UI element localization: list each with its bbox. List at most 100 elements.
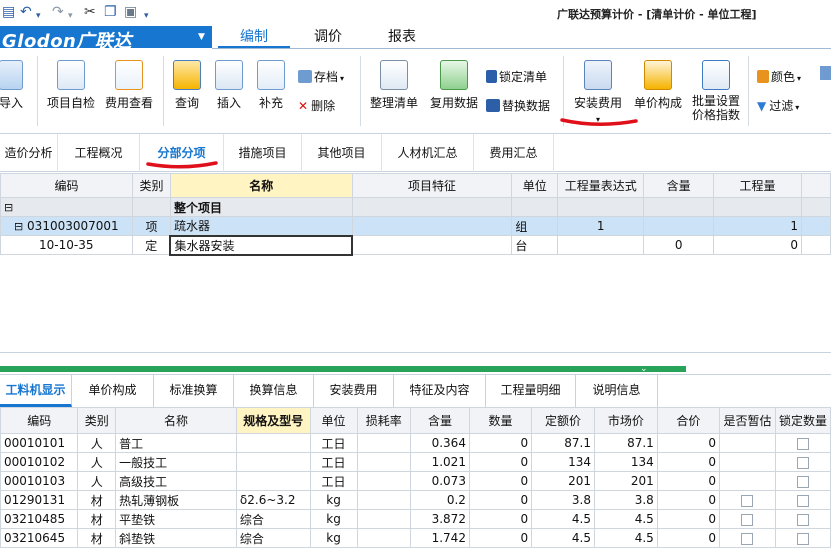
- organize-list-button[interactable]: 整理清单: [366, 60, 422, 111]
- cell-loss[interactable]: [356, 433, 411, 453]
- cell-qty[interactable]: 0: [468, 528, 533, 548]
- col-header-content[interactable]: 含量: [409, 407, 470, 434]
- cell-content[interactable]: 1.021: [409, 452, 470, 472]
- col-header-content[interactable]: 含量: [643, 173, 715, 198]
- undo-dropdown-icon[interactable]: ▾: [36, 8, 41, 24]
- delete-button[interactable]: ✕ 删除: [298, 97, 335, 114]
- save-icon[interactable]: ▤: [2, 4, 15, 20]
- cell-loss[interactable]: [356, 471, 411, 491]
- row-unit[interactable]: 组: [511, 216, 559, 236]
- save-menu-button[interactable]: 存档 ▾: [298, 68, 344, 85]
- lock-list-button[interactable]: 锁定清单: [486, 68, 547, 85]
- col-header-type[interactable]: 类别: [77, 407, 117, 434]
- paste-icon[interactable]: ▣: [124, 4, 137, 20]
- quick-access-dropdown-icon[interactable]: ▾: [144, 8, 149, 24]
- table-row[interactable]: 00010102 人一般技工 工日 1.021 0 134 134 0: [0, 452, 831, 472]
- col-header-unit[interactable]: 单位: [511, 173, 559, 198]
- cell-market[interactable]: 201: [593, 471, 658, 491]
- col-header-provisional[interactable]: 是否暂估: [718, 407, 776, 434]
- col-header-total[interactable]: 合价: [656, 407, 720, 434]
- query-button[interactable]: 查询: [170, 60, 204, 111]
- cell-content[interactable]: 0.364: [409, 433, 470, 453]
- unit-price-composition-button[interactable]: 单价构成: [630, 60, 686, 111]
- cell-loss[interactable]: [356, 509, 411, 529]
- col-header-name[interactable]: 名称: [169, 173, 353, 198]
- row-feature[interactable]: [351, 216, 513, 236]
- insert-button[interactable]: 插入: [212, 60, 246, 111]
- col-header-code[interactable]: 编码: [0, 173, 133, 198]
- app-menu-dropdown-icon[interactable]: ▼: [198, 32, 205, 42]
- redo-dropdown-icon[interactable]: ▾: [68, 8, 73, 24]
- cell-loss[interactable]: [356, 490, 411, 510]
- supplement-button[interactable]: 补充: [254, 60, 288, 111]
- cell-qty[interactable]: 0: [468, 433, 533, 453]
- cell-spec[interactable]: [235, 433, 311, 453]
- col-header-market-price[interactable]: 市场价: [593, 407, 658, 434]
- collapse-icon[interactable]: ⊟: [14, 220, 23, 233]
- cell-qty[interactable]: 0: [468, 471, 533, 491]
- lock-quantity-checkbox[interactable]: [796, 494, 809, 507]
- tab-labor-material-display[interactable]: 工料机显示: [0, 374, 72, 407]
- redo-icon[interactable]: ↷: [52, 4, 64, 20]
- lock-quantity-checkbox[interactable]: [796, 437, 809, 450]
- color-button[interactable]: 颜色 ▾: [757, 68, 801, 85]
- import-button[interactable]: 导入: [0, 60, 26, 111]
- row-content[interactable]: 0: [643, 235, 715, 255]
- col-header-lock-quantity[interactable]: 锁定数量: [774, 407, 831, 434]
- col-header-feature[interactable]: 项目特征: [351, 173, 513, 198]
- provisional-checkbox[interactable]: [741, 532, 754, 545]
- table-row[interactable]: 00010101 人普工 工日 0.364 0 87.1 87.1 0: [0, 433, 831, 453]
- table-row[interactable]: 01290131 材热轧薄钢板 δ2.6~3.2 kg 0.2 0 3.8 3.8 0: [0, 490, 831, 510]
- cell-market[interactable]: 4.5: [593, 509, 658, 529]
- col-header-spec[interactable]: 规格及型号: [235, 407, 311, 434]
- cell-spec[interactable]: δ2.6~3.2: [235, 490, 311, 510]
- table-row[interactable]: ⊟ 031003007001 项 疏水器 组 1 1: [0, 216, 831, 236]
- row-unit[interactable]: 台: [511, 235, 559, 255]
- replace-data-button[interactable]: 替换数据: [486, 97, 550, 114]
- copy-icon[interactable]: ❐: [104, 4, 117, 20]
- lock-quantity-checkbox[interactable]: [796, 532, 809, 545]
- cell-market[interactable]: 3.8: [593, 490, 658, 510]
- row-name-selected-cell[interactable]: 集水器安装: [169, 234, 354, 256]
- tab-conversion-info[interactable]: 换算信息: [234, 374, 314, 407]
- tab-measure-items[interactable]: 措施项目: [224, 134, 302, 172]
- row-quantity[interactable]: 0: [713, 235, 802, 255]
- cell-market[interactable]: 87.1: [593, 433, 658, 453]
- tab-reports[interactable]: 报表: [370, 27, 434, 49]
- tab-unit-price-composition[interactable]: 单价构成: [72, 374, 154, 407]
- tab-labor-material-summary[interactable]: 人材机汇总: [382, 134, 474, 172]
- tab-standard-conversion[interactable]: 标准换算: [154, 374, 234, 407]
- row-qty-expression[interactable]: 1: [557, 216, 645, 236]
- cell-market[interactable]: 134: [593, 452, 658, 472]
- collapse-icon[interactable]: ⊟: [0, 197, 133, 217]
- cell-spec[interactable]: [235, 471, 311, 491]
- cell-qty[interactable]: 0: [468, 509, 533, 529]
- col-header-quantity[interactable]: 工程量: [713, 173, 802, 198]
- tab-other-items[interactable]: 其他项目: [302, 134, 382, 172]
- cell-qty[interactable]: 0: [468, 490, 533, 510]
- col-header-loss-rate[interactable]: 损耗率: [356, 407, 411, 434]
- col-header-type[interactable]: 类别: [131, 173, 171, 198]
- lock-quantity-checkbox[interactable]: [796, 513, 809, 526]
- batch-set-price-index-button[interactable]: 批量设置 价格指数: [688, 60, 744, 122]
- table-row[interactable]: 00010103 人高级技工 工日 0.073 0 201 201 0: [0, 471, 831, 491]
- cut-icon[interactable]: ✂: [84, 4, 96, 20]
- cell-content[interactable]: 3.872: [409, 509, 470, 529]
- tab-install-fee[interactable]: 安装费用: [314, 374, 394, 407]
- divisional-items-grid[interactable]: 编码 类别 名称 项目特征 单位 工程量表达式 含量 工程量 ⊟ 整个项目 ⊟ …: [0, 173, 831, 256]
- col-header-name[interactable]: 名称: [115, 407, 237, 434]
- filter-button[interactable]: ▼ 过滤 ▾: [757, 97, 799, 114]
- provisional-checkbox[interactable]: [741, 494, 754, 507]
- cell-content[interactable]: 0.2: [409, 490, 470, 510]
- table-row[interactable]: 10-10-35 定 集水器安装 台 0 0: [0, 234, 831, 256]
- table-row-root[interactable]: ⊟ 整个项目: [0, 197, 831, 217]
- tab-project-overview[interactable]: 工程概况: [58, 134, 140, 172]
- tab-fee-summary[interactable]: 费用汇总: [474, 134, 554, 172]
- cell-loss[interactable]: [356, 452, 411, 472]
- splitter-handle[interactable]: [0, 366, 686, 372]
- lock-quantity-checkbox[interactable]: [796, 456, 809, 469]
- row-quantity[interactable]: 1: [713, 216, 802, 236]
- cell-market[interactable]: 4.5: [593, 528, 658, 548]
- tab-edit[interactable]: 编制: [218, 27, 290, 49]
- expand-icon[interactable]: [820, 66, 831, 80]
